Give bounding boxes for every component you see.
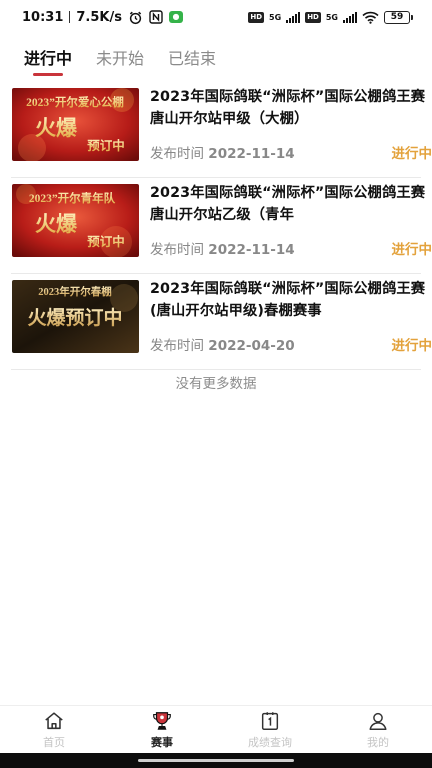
tab-ongoing-label: 进行中 [24, 49, 73, 68]
signal-icon-1 [286, 11, 301, 23]
home-icon [45, 711, 63, 729]
event-item[interactable]: 2023年开尔春棚 火爆预订中 2023年国际鸽联“洲际杯”国际公棚鸽王赛(唐山… [11, 274, 432, 370]
nav-events[interactable]: 赛事 [108, 706, 216, 753]
tab-finished[interactable]: 已结束 [168, 44, 216, 74]
date-value: 2022-11-14 [208, 242, 295, 258]
wechat-icon: ● [168, 11, 183, 23]
nav-events-label: 赛事 [151, 735, 173, 749]
event-title[interactable]: 2023年国际鸽联“洲际杯”国际公棚鸽王赛 唐山开尔站乙级（青年 [150, 182, 430, 226]
event-date: 发布时间 2022-04-20 [150, 334, 295, 354]
poster-caption: 2023”开尔青年队 [29, 191, 116, 205]
event-item[interactable]: 2023”开尔爱心公棚 火爆 预订中 2023年国际鸽联“洲际杯”国际公棚鸽王赛… [11, 82, 432, 178]
tab-upcoming-label: 未开始 [96, 49, 145, 68]
tab-finished-label: 已结束 [168, 49, 217, 68]
network-gen-2: 5G [325, 12, 338, 22]
poster-headline: 火爆 [35, 116, 78, 140]
tab-upcoming[interactable]: 未开始 [96, 44, 144, 74]
date-value: 2022-04-20 [208, 338, 295, 354]
nav-results-label: 成绩查询 [248, 735, 292, 749]
event-poster: 2023年开尔春棚 火爆预订中 [12, 280, 139, 353]
status-badge: 进行中 [391, 242, 432, 258]
event-title[interactable]: 2023年国际鸽联“洲际杯”国际公棚鸽王赛(唐山开尔站甲级)春棚赛事 [150, 278, 430, 322]
date-value: 2022-11-14 [208, 146, 295, 162]
hd-badge-2: HD [305, 11, 321, 23]
poster-caption: 2023”开尔爱心公棚 [26, 95, 124, 109]
wifi-icon [362, 11, 379, 24]
poster-caption: 2023年开尔春棚 [38, 285, 112, 298]
event-date: 发布时间 2022-11-14 [150, 238, 295, 258]
event-meta: 发布时间 2022-11-14 进行中 [150, 142, 432, 162]
poster-headline: 火爆预订中 [27, 306, 122, 329]
event-tabs: 进行中 未开始 已结束 [0, 44, 432, 78]
event-meta: 发布时间 2022-11-14 进行中 [150, 238, 432, 258]
event-poster: 2023”开尔爱心公棚 火爆 预订中 [12, 88, 139, 161]
active-tab-indicator [33, 73, 64, 76]
date-label: 发布时间 [150, 338, 204, 354]
event-poster: 2023”开尔青年队 火爆 预订中 [12, 184, 139, 257]
nav-home[interactable]: 首页 [0, 706, 108, 753]
alarm-icon [128, 10, 143, 25]
trophy-icon [153, 711, 171, 730]
nav-results[interactable]: 成绩查询 [216, 706, 324, 753]
user-icon [369, 712, 387, 730]
status-bar: 10:31 7.5K/s ● HD 5G HD 5G 59 [0, 0, 432, 34]
status-badge: 进行中 [391, 338, 432, 354]
no-more-data-text: 没有更多数据 [175, 376, 257, 392]
event-meta: 发布时间 2022-04-20 进行中 [150, 334, 432, 354]
home-indicator[interactable] [138, 759, 294, 762]
system-nav-bar [0, 753, 432, 768]
network-gen-1: 5G [269, 12, 282, 22]
hd-badge-1: HD [248, 11, 265, 23]
event-title[interactable]: 2023年国际鸽联“洲际杯”国际公棚鸽王赛 唐山开尔站甲级（大棚） [150, 86, 430, 130]
nfc-icon [149, 10, 163, 24]
date-label: 发布时间 [150, 242, 204, 258]
tab-ongoing[interactable]: 进行中 [24, 44, 73, 76]
date-label: 发布时间 [150, 146, 204, 162]
poster-subline: 预订中 [87, 138, 125, 153]
status-speed: 7.5K/s [76, 9, 122, 25]
bottom-nav: 首页 赛事 成绩查询 我的 [0, 705, 432, 753]
nav-profile[interactable]: 我的 [324, 706, 432, 753]
signal-icon-2 [343, 11, 357, 23]
status-time: 10:31 [22, 9, 64, 25]
poster-subline: 预订中 [87, 234, 125, 249]
event-date: 发布时间 2022-11-14 [150, 142, 295, 162]
battery-icon: 59 [384, 10, 413, 24]
event-list: 2023”开尔爱心公棚 火爆 预订中 2023年国际鸽联“洲际杯”国际公棚鸽王赛… [0, 82, 432, 370]
status-left: 10:31 7.5K/s ● [22, 10, 183, 25]
app-screen: 10:31 7.5K/s ● HD 5G HD 5G 59 进行中 未开始 已结… [0, 0, 432, 768]
status-separator [69, 11, 71, 23]
nav-profile-label: 我的 [367, 735, 389, 749]
calendar-1-icon [261, 711, 279, 730]
nav-home-label: 首页 [43, 735, 65, 749]
event-item[interactable]: 2023”开尔青年队 火爆 预订中 2023年国际鸽联“洲际杯”国际公棚鸽王赛 … [11, 178, 432, 274]
poster-headline: 火爆 [35, 212, 78, 236]
status-right: HD 5G HD 5G 59 [248, 10, 413, 24]
status-badge: 进行中 [391, 146, 432, 162]
